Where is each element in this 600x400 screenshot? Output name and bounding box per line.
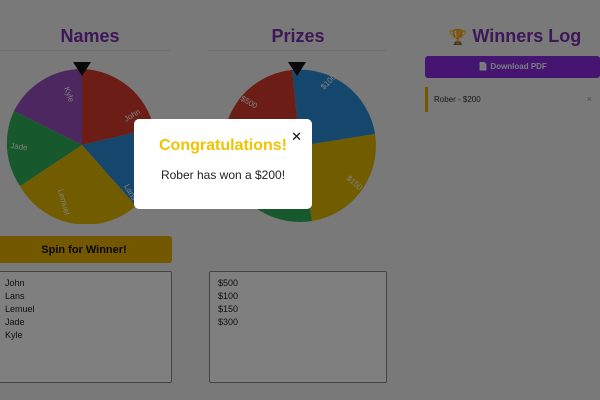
congratulations-modal: ✕ Congratulations! Rober has won a $200!	[134, 119, 312, 209]
modal-title: Congratulations!	[159, 137, 287, 154]
modal-message: Rober has won a $200!	[160, 168, 286, 182]
